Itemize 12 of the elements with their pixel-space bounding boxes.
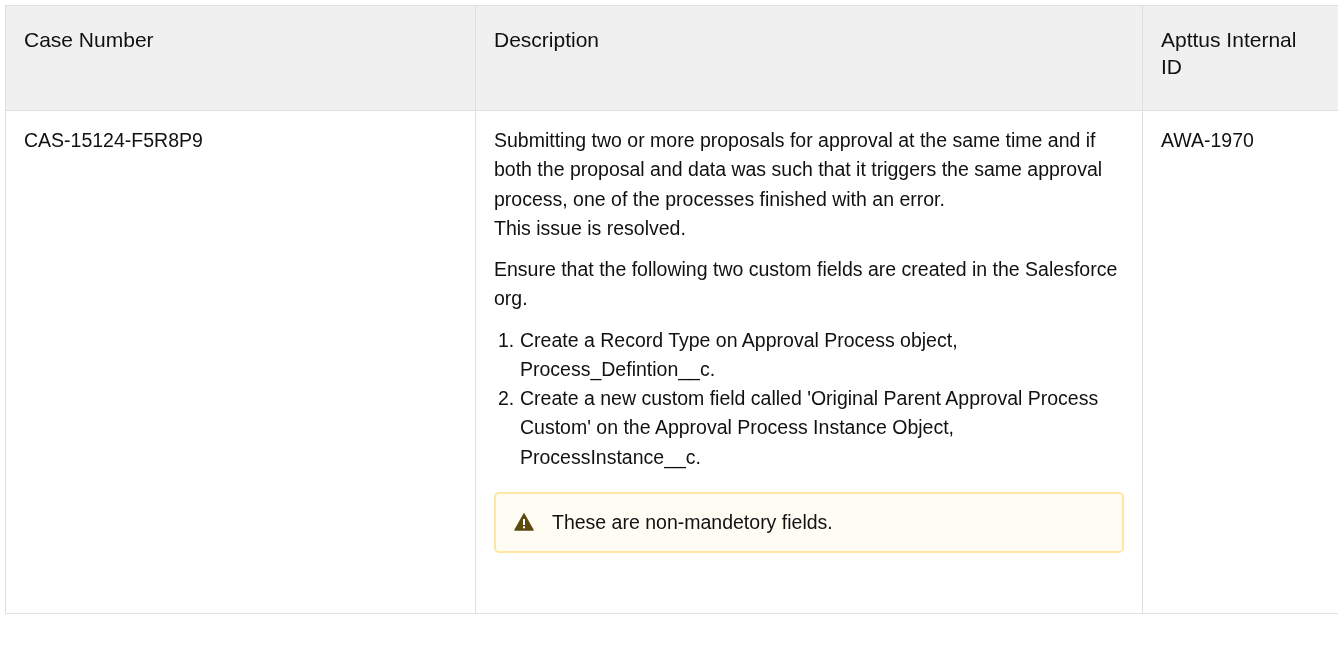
column-header: Description (475, 5, 1143, 111)
column-header: Case Number (5, 5, 476, 111)
list-item-text: Create a new custom field called 'Original Parent Approval Process Custom' on the Approval Process Instance Object, ProcessInstance__c. (520, 386, 1100, 471)
list-number: 2. (498, 386, 516, 411)
warning-icon (514, 513, 534, 532)
paragraph: Ensure that the following two custom fields are created in the Salesforce org. (494, 257, 1119, 312)
paragraph: Submitting two or more proposals for approval at the same time and if both the proposal and data was such that it triggers the same approval process, one of the processes finished with an error. This issue is resolved. (494, 128, 1104, 241)
column-header: Apttus Internal ID (1142, 5, 1338, 111)
list-item-text: Create a Record Type on Approval Process object, Process_Defintion__c. (520, 327, 959, 383)
table-cell: CAS-15124-F5R8P9 (5, 110, 476, 614)
warning-text: These are non-mandetory fields. (552, 509, 833, 535)
list-number: 1. (498, 327, 516, 353)
